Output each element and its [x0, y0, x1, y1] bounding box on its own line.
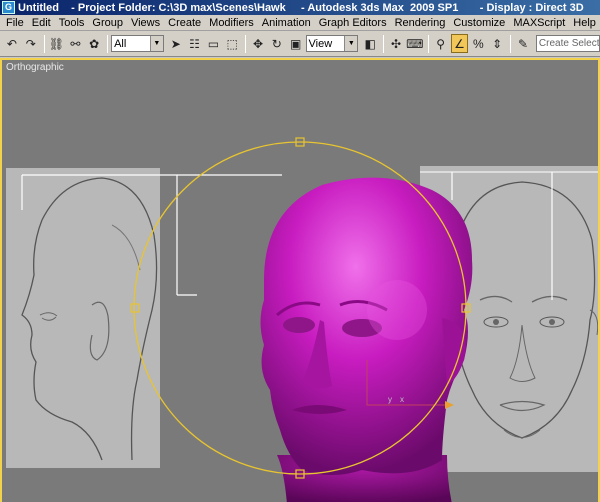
edit-named-selection-icon[interactable]: ✎ [514, 34, 532, 53]
rectangular-selection-icon[interactable]: ▭ [204, 34, 222, 53]
select-by-name-icon[interactable]: ☷ [186, 34, 204, 53]
keyboard-shortcut-override-icon[interactable]: ⌨ [406, 34, 424, 53]
orthographic-viewport[interactable]: y x Orthographic [0, 58, 600, 502]
select-and-scale-icon[interactable]: ▣ [287, 34, 305, 53]
redo-icon[interactable]: ↷ [22, 34, 40, 53]
viewport-label[interactable]: Orthographic [6, 62, 64, 73]
select-and-move-icon[interactable]: ✥ [249, 34, 267, 53]
menu-customize[interactable]: Customize [449, 15, 509, 31]
viewport-canvas[interactable]: y x [2, 60, 598, 502]
toolbar-separator [427, 34, 429, 53]
undo-icon[interactable]: ↶ [3, 34, 21, 53]
main-toolbar: ↶ ↷ ⛓ ⚯ ✿ All ▼ ➤ ☷ ▭ ⬚ ✥ ↻ ▣ View ▼ ◧ ✣… [0, 31, 600, 57]
head-mesh[interactable] [260, 177, 473, 502]
menu-group[interactable]: Group [88, 15, 127, 31]
menu-animation[interactable]: Animation [258, 15, 315, 31]
app-icon[interactable]: G [2, 1, 15, 14]
menu-edit[interactable]: Edit [28, 15, 55, 31]
window-title: Untitled - Project Folder: C:\3D max\Sce… [18, 1, 584, 14]
toolbar-separator [383, 34, 385, 53]
named-selection-input[interactable]: Create Selection S [535, 35, 600, 52]
angle-snap-icon[interactable]: ∠ [450, 34, 469, 53]
select-object-icon[interactable]: ➤ [167, 34, 185, 53]
toolbar-separator [245, 34, 247, 53]
selection-filter-dropdown[interactable]: All ▼ [111, 35, 164, 52]
menu-rendering[interactable]: Rendering [391, 15, 450, 31]
toolbar-separator [43, 34, 45, 53]
select-manipulate-icon[interactable]: ✣ [387, 34, 405, 53]
toolbar-separator [510, 34, 512, 53]
menu-help[interactable]: Help [569, 15, 600, 31]
menu-modifiers[interactable]: Modifiers [205, 15, 258, 31]
reference-coordinate-dropdown[interactable]: View ▼ [305, 35, 359, 52]
gizmo-axis-y: y [388, 395, 392, 404]
chevron-down-icon: ▼ [344, 36, 358, 51]
chevron-down-icon: ▼ [149, 36, 163, 51]
gizmo-axis-x: x [400, 395, 404, 404]
side-reference-image [6, 168, 160, 468]
title-bar: G Untitled - Project Folder: C:\3D max\S… [0, 0, 600, 15]
select-and-rotate-icon[interactable]: ↻ [268, 34, 286, 53]
menu-maxscript[interactable]: MAXScript [509, 15, 569, 31]
select-and-link-icon[interactable]: ⛓ [48, 34, 66, 53]
percent-snap-icon[interactable]: % [469, 34, 487, 53]
reference-coordinate-value: View [308, 37, 333, 50]
unlink-icon[interactable]: ⚯ [66, 34, 84, 53]
bind-space-warp-icon[interactable]: ✿ [85, 34, 103, 53]
menu-bar: File Edit Tools Group Views Create Modif… [0, 15, 600, 31]
spinner-snap-icon[interactable]: ⇕ [488, 34, 506, 53]
menu-graph-editors[interactable]: Graph Editors [315, 15, 391, 31]
menu-views[interactable]: Views [127, 15, 164, 31]
menu-tools[interactable]: Tools [55, 15, 89, 31]
snap-toggle-icon[interactable]: ⚲ [432, 34, 450, 53]
menu-file[interactable]: File [0, 15, 28, 31]
selection-filter-value: All [114, 37, 127, 50]
menu-create[interactable]: Create [164, 15, 205, 31]
pivot-center-icon[interactable]: ◧ [361, 34, 379, 53]
window-crossing-icon[interactable]: ⬚ [223, 34, 241, 53]
toolbar-separator [107, 34, 109, 53]
